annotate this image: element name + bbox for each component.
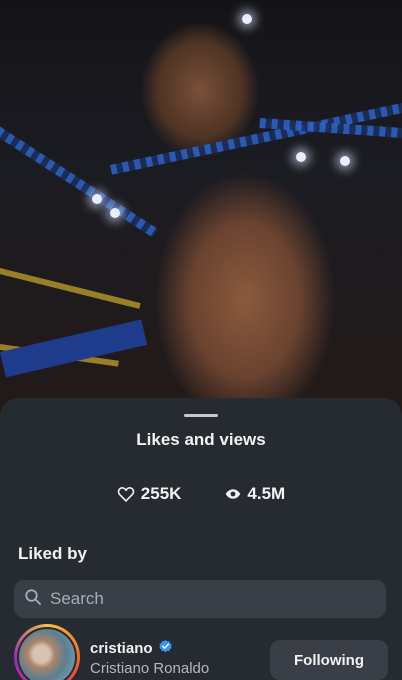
engagement-stats: 255K 4.5M [0,484,402,504]
search-icon [24,588,42,611]
arena-light [110,208,120,218]
arena-truss [0,120,158,238]
eye-icon [225,488,241,500]
views-stat: 4.5M [225,484,285,504]
likes-and-views-sheet: Likes and views 255K 4.5M Liked by Searc… [0,398,402,680]
list-item[interactable]: cristiano Cristiano Ronaldo Following [14,624,388,680]
username[interactable]: cristiano [90,640,153,657]
arena-light [296,152,306,162]
views-count: 4.5M [247,484,286,503]
sheet-title: Likes and views [136,430,266,449]
username-row[interactable]: cristiano [90,639,173,658]
arena-light [340,156,350,166]
likes-count: 255K [140,484,182,503]
search-input[interactable] [50,589,370,609]
octagon-banner [0,319,148,378]
liked-by-heading: Liked by [18,544,87,563]
arena-light [242,14,252,24]
verified-badge-icon [158,639,173,658]
arena-truss [110,102,402,175]
heart-icon [117,486,135,502]
arena-light [92,194,102,204]
full-name: Cristiano Ronaldo [90,660,210,677]
sheet-drag-handle[interactable] [184,414,218,417]
likes-stat: 255K [117,484,182,504]
search-bar[interactable] [14,580,386,618]
arena-rail [0,268,141,309]
video-frame[interactable] [0,0,402,420]
avatar [19,629,75,680]
avatar-story-ring[interactable] [14,624,80,680]
following-button[interactable]: Following [270,640,388,680]
